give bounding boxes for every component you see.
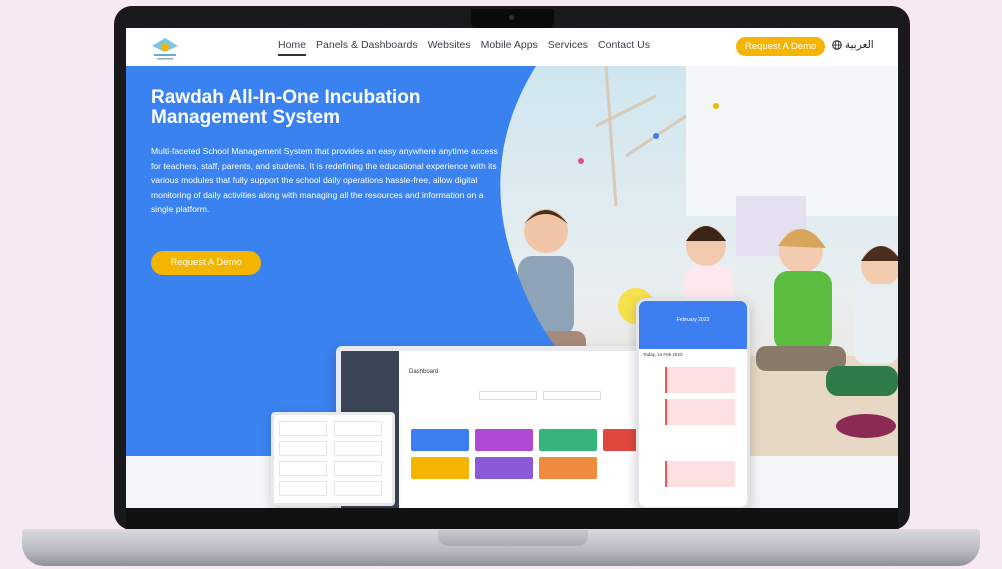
card-cell (334, 441, 382, 456)
dashboard-title: Dashboard (409, 369, 439, 375)
card-cell (279, 481, 327, 496)
language-label: العربية (845, 39, 874, 51)
phone-calendar-header: February 2023 (639, 301, 747, 349)
nav-link-contact-us[interactable]: Contact Us (598, 39, 650, 56)
nav-link-services[interactable]: Services (548, 39, 588, 56)
card-cell (334, 421, 382, 436)
card-cell (279, 461, 327, 476)
phone-month: February 2023 (676, 317, 710, 323)
screen: Home Panels & Dashboards Websites Mobile… (126, 28, 898, 508)
language-switcher[interactable]: العربية (832, 39, 874, 51)
request-demo-button-hero[interactable]: Request A Demo (151, 251, 261, 275)
dashboard-select (479, 391, 537, 400)
dashboard-tile (539, 457, 597, 479)
cards-mockup (271, 412, 395, 506)
nav-link-websites[interactable]: Websites (428, 39, 471, 56)
dashboard-tile (475, 429, 533, 451)
camera-icon (509, 15, 514, 20)
hero-description: Multi-faceted School Management System t… (151, 146, 498, 214)
phone-event (665, 399, 735, 425)
dashboard-select (543, 391, 601, 400)
hero-title: Rawdah All-In-One Incubation Management … (151, 88, 511, 128)
laptop-chin (126, 508, 898, 529)
dashboard-tile (411, 457, 469, 479)
hero-title-line2: Management System (151, 107, 341, 128)
top-navbar: Home Panels & Dashboards Websites Mobile… (126, 28, 898, 66)
nav-link-home[interactable]: Home (278, 39, 307, 56)
hero-title-line1: Rawdah All-In-One Incubation (151, 87, 421, 108)
globe-icon (832, 40, 842, 50)
nav-links: Home Panels & Dashboards Websites Mobile… (278, 39, 650, 56)
card-cell (279, 421, 327, 436)
request-demo-button-nav[interactable]: Request A Demo (736, 37, 826, 56)
phone-event (665, 367, 735, 393)
camera-notch (471, 9, 554, 28)
card-cell (279, 441, 327, 456)
dashboard-tile (475, 457, 533, 479)
nav-link-panels-dashboards[interactable]: Panels & Dashboards (316, 39, 418, 56)
card-cell (334, 481, 382, 496)
rawdah-logo (152, 38, 178, 60)
nav-link-mobile-apps[interactable]: Mobile Apps (481, 39, 538, 56)
dashboard-tile (411, 429, 469, 451)
phone-mockup: February 2023 Today, 14 Feb 2023 (636, 298, 750, 508)
laptop-base-notch (438, 530, 588, 546)
dashboard-tile (539, 429, 597, 451)
phone-date-label: Today, 14 Feb 2023 (643, 352, 683, 357)
phone-event (665, 461, 735, 487)
card-cell (334, 461, 382, 476)
